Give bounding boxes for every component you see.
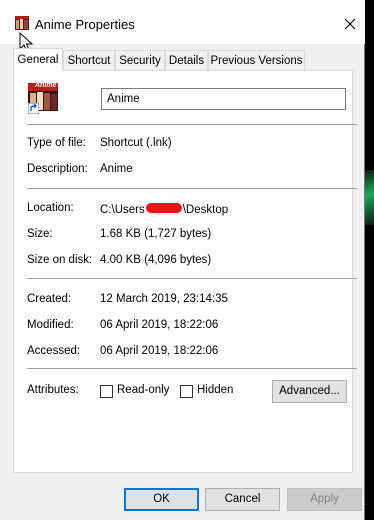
created-value: 12 March 2019, 23:14:35: [100, 293, 228, 305]
icon-caption: Anime: [35, 82, 57, 89]
file-large-icon: Anime: [28, 82, 58, 115]
modified-label: Modified:: [27, 319, 74, 331]
divider: [27, 124, 357, 125]
shortcut-arrow-icon: [28, 103, 39, 114]
file-name-input[interactable]: [101, 88, 346, 110]
location-suffix: \Desktop: [182, 204, 229, 216]
tab-shortcut[interactable]: Shortcut: [63, 50, 115, 70]
created-label: Created:: [27, 293, 72, 305]
tab-previous-versions[interactable]: Previous Versions: [208, 50, 305, 70]
size-value: 1.68 KB (1,727 bytes): [100, 228, 212, 240]
ok-button[interactable]: OK: [124, 488, 199, 511]
window-title: Anime Properties: [35, 17, 135, 32]
divider: [27, 368, 357, 369]
cancel-button[interactable]: Cancel: [205, 488, 280, 511]
description-label: Description:: [27, 163, 88, 175]
divider: [27, 188, 357, 189]
read-only-label[interactable]: Read-only: [117, 384, 169, 396]
properties-dialog: Anime Properties General Shortcut Securi…: [0, 0, 365, 520]
tab-general[interactable]: General: [13, 48, 63, 71]
close-icon: [344, 18, 356, 30]
size-on-disk-label: Size on disk:: [27, 254, 93, 266]
background-window-edge: [364, 170, 374, 225]
hidden-checkbox[interactable]: [180, 385, 193, 398]
hidden-label[interactable]: Hidden: [197, 384, 233, 396]
close-button[interactable]: [335, 11, 365, 37]
description-value: Anime: [100, 163, 133, 175]
location-value: C:\Users \Desktop: [100, 202, 228, 216]
accessed-label: Accessed:: [27, 345, 81, 357]
tab-security[interactable]: Security: [115, 50, 165, 70]
advanced-button[interactable]: Advanced...: [272, 380, 347, 403]
title-bar[interactable]: Anime Properties: [0, 0, 365, 53]
location-label: Location:: [27, 202, 74, 214]
size-label: Size:: [27, 228, 53, 240]
general-tab-panel: Anime Type of file: Shortcut (.lnk) Desc…: [13, 70, 357, 473]
username-redaction: [145, 202, 183, 214]
modified-value: 06 April 2019, 18:22:06: [100, 319, 219, 331]
apply-button[interactable]: Apply: [287, 488, 362, 511]
read-only-checkbox[interactable]: [100, 385, 113, 398]
accessed-value: 06 April 2019, 18:22:06: [100, 345, 219, 357]
divider: [27, 278, 357, 279]
type-of-file-label: Type of file:: [27, 137, 86, 149]
type-of-file-value: Shortcut (.lnk): [100, 137, 172, 149]
shortcut-app-icon: [15, 16, 29, 30]
location-prefix: C:\Users: [100, 204, 145, 216]
size-on-disk-value: 4.00 KB (4,096 bytes): [100, 254, 212, 266]
attributes-label: Attributes:: [27, 384, 79, 396]
tab-details[interactable]: Details: [165, 50, 208, 70]
